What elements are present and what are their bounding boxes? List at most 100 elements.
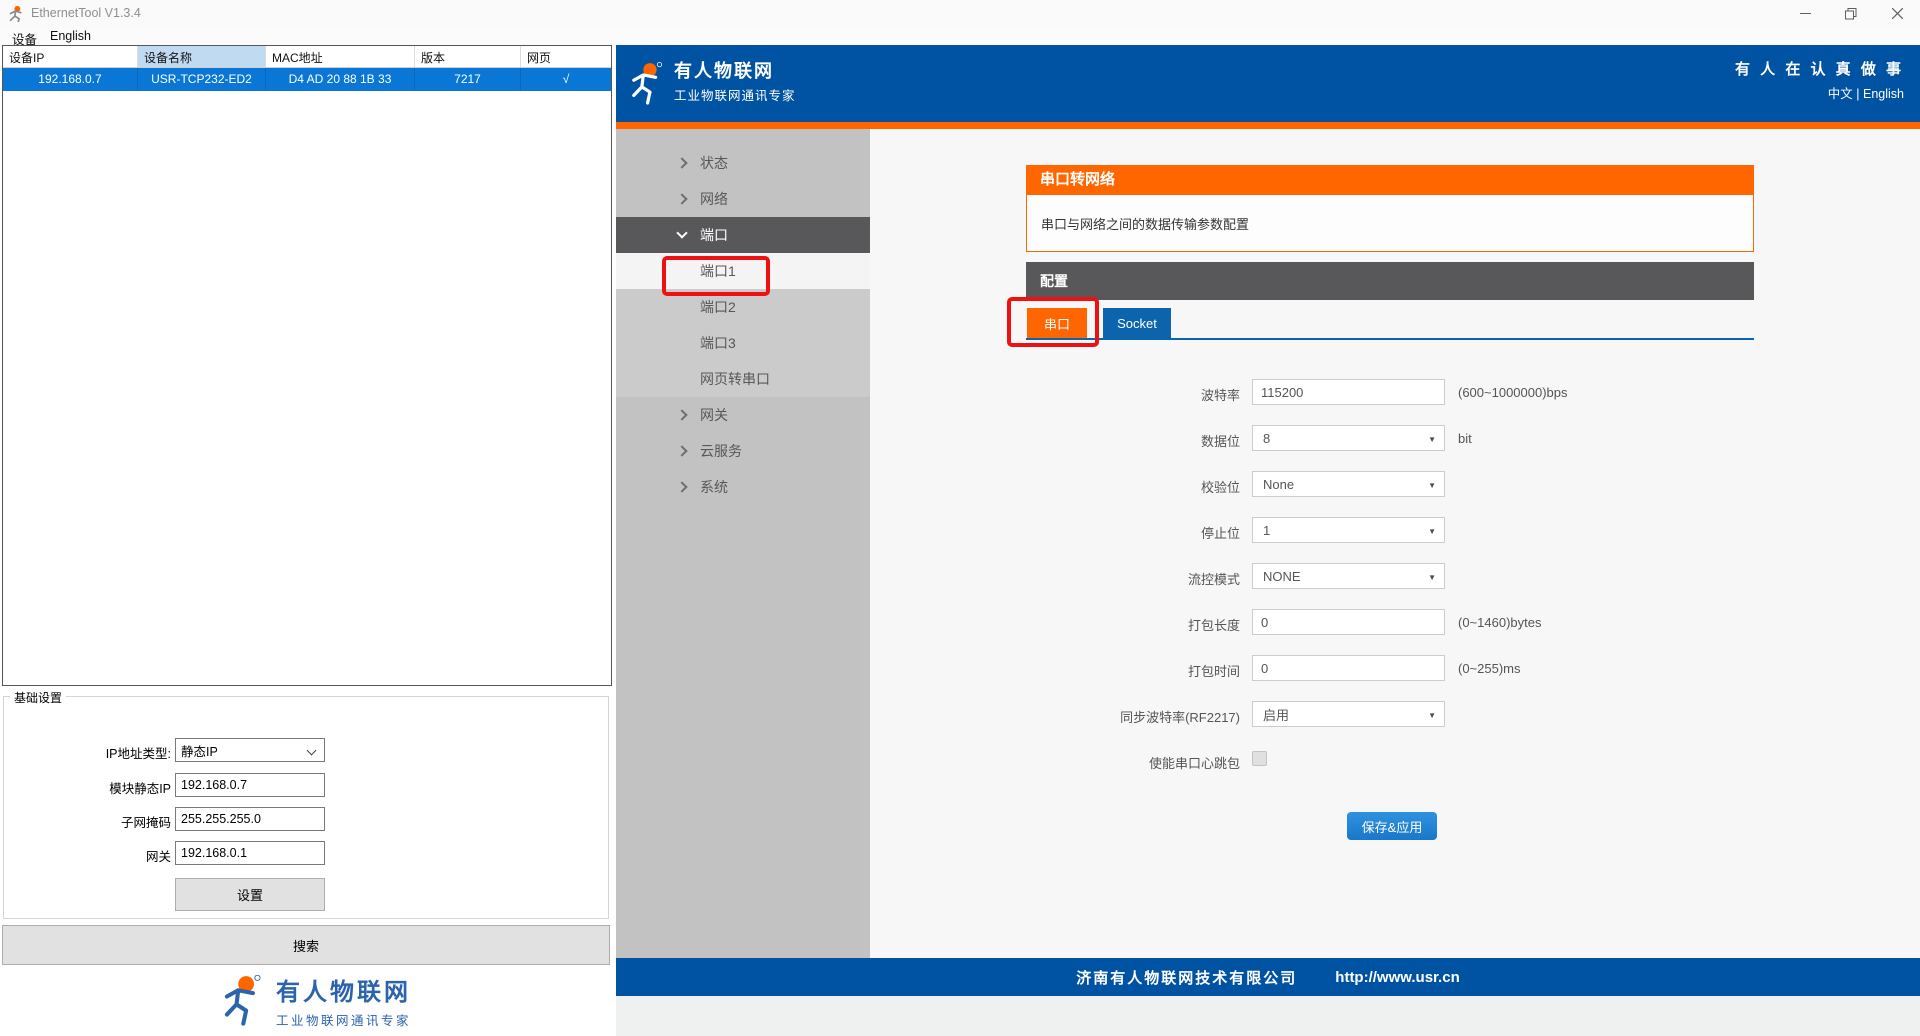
- cell-webpage-check: √: [521, 68, 611, 91]
- sidebar-item-web-to-serial[interactable]: 网页转串口: [616, 361, 870, 397]
- caret-down-icon: ▼: [1428, 711, 1436, 720]
- tab-serial[interactable]: 串口: [1027, 308, 1087, 338]
- gateway-field[interactable]: [175, 841, 325, 865]
- sidebar-item-cloud[interactable]: 云服务: [616, 433, 870, 469]
- sidebar-item-port3[interactable]: 端口3: [616, 325, 870, 361]
- stop-bits-select[interactable]: 1 ▼: [1252, 517, 1445, 543]
- chevron-right-icon: [676, 193, 687, 204]
- subnet-row: 子网掩码: [4, 807, 608, 831]
- search-button[interactable]: 搜索: [2, 925, 610, 965]
- sidebar-item-gateway[interactable]: 网关: [616, 397, 870, 433]
- window-titlebar: EthernetTool V1.3.4: [0, 0, 1920, 27]
- baud-rate-field[interactable]: [1252, 379, 1445, 405]
- caret-down-icon: ▼: [1428, 481, 1436, 490]
- column-header-webpage[interactable]: 网页: [521, 46, 611, 67]
- parity-label: 校验位: [870, 477, 1240, 496]
- menu-english[interactable]: English: [44, 28, 97, 44]
- heartbeat-label: 使能串口心跳包: [870, 753, 1240, 772]
- web-header-brand: 有人物联网: [674, 57, 774, 83]
- web-header: 有人物联网 工业物联网通讯专家 有 人 在 认 真 做 事 中文 | Engli…: [616, 45, 1920, 122]
- web-header-motto: 有 人 在 认 真 做 事: [1735, 58, 1904, 79]
- baud-rate-hint: (600~1000000)bps: [1458, 385, 1568, 400]
- menu-bar: 设备 English: [0, 27, 1920, 45]
- save-apply-button[interactable]: 保存&应用: [1347, 812, 1437, 840]
- device-table-header: 设备IP 设备名称 MAC地址 版本 网页: [3, 46, 611, 68]
- heartbeat-checkbox[interactable]: [1252, 751, 1267, 766]
- table-row-selected-device[interactable]: 192.168.0.7 USR-TCP232-ED2 D4 AD 20 88 1…: [3, 68, 611, 91]
- ethernet-tool-window: EthernetTool V1.3.4 设备 English 设备IP 设备名称…: [0, 0, 1920, 1036]
- column-header-device-ip[interactable]: 设备IP: [3, 46, 138, 67]
- baud-rate-row: 波特率 (600~1000000)bps: [870, 379, 1920, 405]
- device-table: 设备IP 设备名称 MAC地址 版本 网页 192.168.0.7 USR-TC…: [2, 45, 612, 686]
- data-bits-label: 数据位: [870, 431, 1240, 450]
- left-logo-slogan: 工业物联网通讯专家: [276, 1010, 411, 1029]
- left-footer-logo: 有人物联网 工业物联网通讯专家: [222, 972, 411, 1029]
- ip-type-select[interactable]: 静态IP: [175, 738, 325, 762]
- main-content: 串口转网络 串口与网络之间的数据传输参数配置 配置 串口 Socket 波特率 …: [870, 129, 1920, 958]
- subnet-field[interactable]: [175, 807, 325, 831]
- chevron-right-icon: [676, 481, 687, 492]
- basic-settings-title: 基础设置: [10, 689, 66, 706]
- sync-baud-row: 同步波特率(RF2217) 启用 ▼: [870, 701, 1920, 727]
- cell-device-name: USR-TCP232-ED2: [138, 68, 266, 91]
- ip-type-row: IP地址类型: 静态IP: [4, 738, 608, 762]
- sidebar-item-port2[interactable]: 端口2: [616, 289, 870, 325]
- sidebar-item-port1[interactable]: 端口1: [616, 253, 870, 289]
- usr-logo-icon: [222, 975, 268, 1027]
- column-header-version[interactable]: 版本: [415, 46, 521, 67]
- sync-baud-select[interactable]: 启用 ▼: [1252, 701, 1445, 727]
- column-header-device-name[interactable]: 设备名称: [138, 46, 266, 67]
- gateway-label: 网关: [4, 846, 171, 865]
- static-ip-field[interactable]: [175, 773, 325, 797]
- window-controls: [1782, 0, 1920, 27]
- config-section-header: 配置: [1026, 262, 1754, 300]
- stop-bits-label: 停止位: [870, 523, 1240, 542]
- tab-socket[interactable]: Socket: [1103, 308, 1171, 338]
- web-header-slogan: 工业物联网通讯专家: [674, 85, 796, 104]
- chevron-down-icon: [307, 746, 317, 756]
- chevron-down-icon: [676, 227, 687, 238]
- caret-down-icon: ▼: [1428, 573, 1436, 582]
- sidebar-item-port[interactable]: 端口: [616, 217, 870, 253]
- pack-time-row: 打包时间 (0~255)ms: [870, 655, 1920, 681]
- language-switch-link[interactable]: 中文 | English: [1828, 83, 1904, 102]
- pack-length-hint: (0~1460)bytes: [1458, 615, 1541, 630]
- pack-length-label: 打包长度: [870, 615, 1240, 634]
- app-icon: [8, 5, 25, 22]
- below-footer-strip: [616, 996, 1920, 1036]
- minimize-icon[interactable]: [1782, 0, 1828, 27]
- sidebar-port-submenu: 端口1 端口2 端口3 网页转串口: [616, 253, 870, 397]
- gateway-row: 网关: [4, 841, 608, 865]
- parity-select[interactable]: None ▼: [1252, 471, 1445, 497]
- pack-time-field[interactable]: [1252, 655, 1445, 681]
- caret-down-icon: ▼: [1428, 435, 1436, 444]
- page-title: 串口转网络: [1026, 165, 1754, 195]
- chevron-right-icon: [676, 445, 687, 456]
- sidebar-item-status[interactable]: 状态: [616, 145, 870, 181]
- flow-control-row: 流控模式 NONE ▼: [870, 563, 1920, 589]
- cell-mac: D4 AD 20 88 1B 33: [266, 68, 415, 91]
- data-bits-hint: bit: [1458, 431, 1472, 446]
- set-button[interactable]: 设置: [175, 878, 325, 911]
- chevron-right-icon: [676, 409, 687, 420]
- pack-length-field[interactable]: [1252, 609, 1445, 635]
- basic-settings-group: 基础设置 IP地址类型: 静态IP 模块静态IP 子网掩码 网关 设置: [3, 696, 609, 919]
- ip-type-value: 静态IP: [181, 741, 218, 760]
- footer-url-link[interactable]: http://www.usr.cn: [1335, 969, 1459, 986]
- sidebar-item-network[interactable]: 网络: [616, 181, 870, 217]
- cell-version: 7217: [415, 68, 521, 91]
- cell-device-ip: 192.168.0.7: [3, 68, 138, 91]
- flow-control-select[interactable]: NONE ▼: [1252, 563, 1445, 589]
- static-ip-row: 模块静态IP: [4, 773, 608, 797]
- restore-icon[interactable]: [1828, 0, 1874, 27]
- left-logo-text: 有人物联网 工业物联网通讯专家: [276, 972, 411, 1029]
- data-bits-row: 数据位 8 ▼ bit: [870, 425, 1920, 451]
- ip-type-label: IP地址类型:: [4, 743, 171, 762]
- left-logo-brand: 有人物联网: [276, 972, 411, 1007]
- close-icon[interactable]: [1874, 0, 1920, 27]
- column-header-mac[interactable]: MAC地址: [266, 46, 415, 67]
- baud-rate-label: 波特率: [870, 385, 1240, 404]
- data-bits-select[interactable]: 8 ▼: [1252, 425, 1445, 451]
- caret-down-icon: ▼: [1428, 527, 1436, 536]
- sidebar-item-system[interactable]: 系统: [616, 469, 870, 505]
